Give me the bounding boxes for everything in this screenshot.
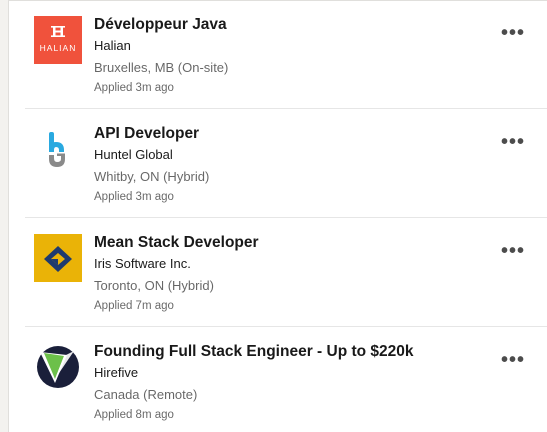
job-location: Toronto, ON (Hybrid) xyxy=(94,278,214,293)
job-title[interactable]: Mean Stack Developer xyxy=(94,234,259,252)
logo-text: HALIAN xyxy=(39,43,77,53)
job-location: Canada (Remote) xyxy=(94,387,198,402)
company-name: Huntel Global xyxy=(94,147,173,162)
applied-time: Applied 3m ago xyxy=(94,82,174,94)
job-location: Bruxelles, MB (On-site) xyxy=(94,60,229,75)
job-item[interactable]: HALIAN Développeur Java Halian Bruxelles… xyxy=(9,1,547,109)
applied-time: Applied 8m ago xyxy=(94,409,174,421)
job-title[interactable]: Développeur Java xyxy=(94,16,227,34)
more-options-icon[interactable]: ••• xyxy=(497,241,529,268)
company-logo-halian[interactable]: HALIAN xyxy=(34,16,82,64)
company-name: Iris Software Inc. xyxy=(94,256,191,271)
company-name: Hirefive xyxy=(94,365,139,380)
job-title[interactable]: Founding Full Stack Engineer - Up to $22… xyxy=(94,343,414,361)
job-item[interactable]: Founding Full Stack Engineer - Up to $22… xyxy=(9,327,547,432)
job-location: Whitby, ON (Hybrid) xyxy=(94,169,210,184)
company-logo-hirefive[interactable] xyxy=(34,343,82,391)
company-logo-iris[interactable] xyxy=(34,234,82,282)
applied-time: Applied 7m ago xyxy=(94,300,174,312)
job-title[interactable]: API Developer xyxy=(94,125,199,143)
company-name: Halian xyxy=(94,38,131,53)
job-item[interactable]: API Developer Huntel Global Whitby, ON (… xyxy=(9,109,547,218)
applied-time: Applied 3m ago xyxy=(94,191,174,203)
company-logo-huntel[interactable] xyxy=(34,125,82,173)
more-options-icon[interactable]: ••• xyxy=(497,23,529,50)
applied-jobs-list: HALIAN Développeur Java Halian Bruxelles… xyxy=(8,0,547,432)
more-options-icon[interactable]: ••• xyxy=(497,132,529,159)
more-options-icon[interactable]: ••• xyxy=(497,350,529,377)
job-item[interactable]: Mean Stack Developer Iris Software Inc. … xyxy=(9,218,547,327)
